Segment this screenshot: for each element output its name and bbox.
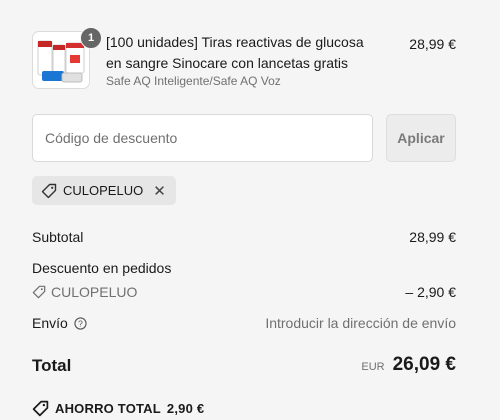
subtotal-label: Subtotal xyxy=(32,229,84,245)
product-thumbnail: 1 xyxy=(32,27,102,89)
total-value: 26,09 € xyxy=(392,354,456,375)
shipping-label-wrap: Envío ? xyxy=(32,315,87,331)
total-savings: AHORRO TOTAL 2,90 € xyxy=(32,400,204,417)
tag-icon xyxy=(41,183,57,198)
order-discount-code-wrap: CULOPELUO xyxy=(32,284,137,300)
order-discount-code: CULOPELUO xyxy=(51,284,138,300)
apply-discount-button[interactable]: Aplicar xyxy=(386,114,456,162)
order-discount-label: Descuento en pedidos xyxy=(32,260,172,276)
remove-discount-icon[interactable]: ✕ xyxy=(153,182,166,200)
quantity-badge: 1 xyxy=(80,27,102,49)
subtotal-value: 28,99 € xyxy=(409,229,456,245)
help-icon[interactable]: ? xyxy=(74,316,87,330)
product-price: 28,99 € xyxy=(409,36,456,52)
svg-text:?: ? xyxy=(78,318,83,328)
product-title: [100 unidades] Tiras reactivas de glucos… xyxy=(106,34,364,71)
cart-line-item: 1 [100 unidades] Tiras reactivas de gluc… xyxy=(32,27,456,92)
savings-value: 2,90 € xyxy=(166,401,205,416)
applied-discount-code: CULOPELUO xyxy=(63,183,144,198)
tag-icon xyxy=(32,400,49,417)
discount-code-input[interactable]: Código de descuento xyxy=(32,114,373,162)
currency-code: EUR xyxy=(361,361,385,373)
total-amount: EUR 26,09 € xyxy=(361,354,456,376)
order-discount-value: – 2,90 € xyxy=(405,284,456,300)
tag-icon xyxy=(32,285,46,299)
savings-label: AHORRO TOTAL xyxy=(55,401,161,416)
total-label: Total xyxy=(32,356,72,375)
shipping-label: Envío xyxy=(32,315,68,331)
shipping-value: Introducir la dirección de envío xyxy=(265,315,456,331)
product-variant: Safe AQ Inteligente/Safe AQ Voz xyxy=(106,74,281,88)
applied-discount-chip: CULOPELUO ✕ xyxy=(32,176,176,205)
